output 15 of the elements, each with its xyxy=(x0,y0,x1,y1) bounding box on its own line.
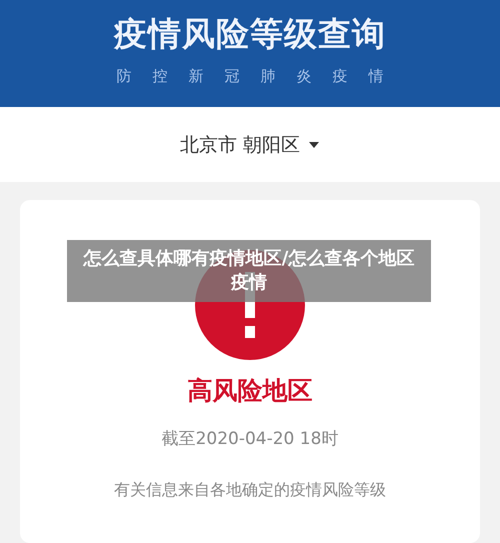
page-title: 疫情风险等级查询 xyxy=(114,13,386,55)
subtitle-character: 新 xyxy=(188,67,204,86)
update-time: 截至2020-04-20 18时 xyxy=(162,428,338,450)
caption-banner: 怎么查具体哪有疫情地区/怎么查各个地区疫情 xyxy=(67,240,431,302)
caret-icon xyxy=(308,140,320,148)
subtitle-character: 情 xyxy=(368,67,384,86)
subtitle-character: 冠 xyxy=(224,67,240,86)
location-selector[interactable]: 北京市 朝阳区 xyxy=(180,132,320,158)
subtitle-character: 肺 xyxy=(260,67,276,86)
source-note: 有关信息来自各地确定的疫情风险等级 xyxy=(114,480,386,501)
risk-level: 高风险地区 xyxy=(188,375,312,407)
subtitle-character: 控 xyxy=(152,67,168,86)
subtitle-character: 防 xyxy=(116,67,132,86)
subtitle-character: 炎 xyxy=(296,67,312,86)
subtitle-character: 疫 xyxy=(332,67,348,86)
